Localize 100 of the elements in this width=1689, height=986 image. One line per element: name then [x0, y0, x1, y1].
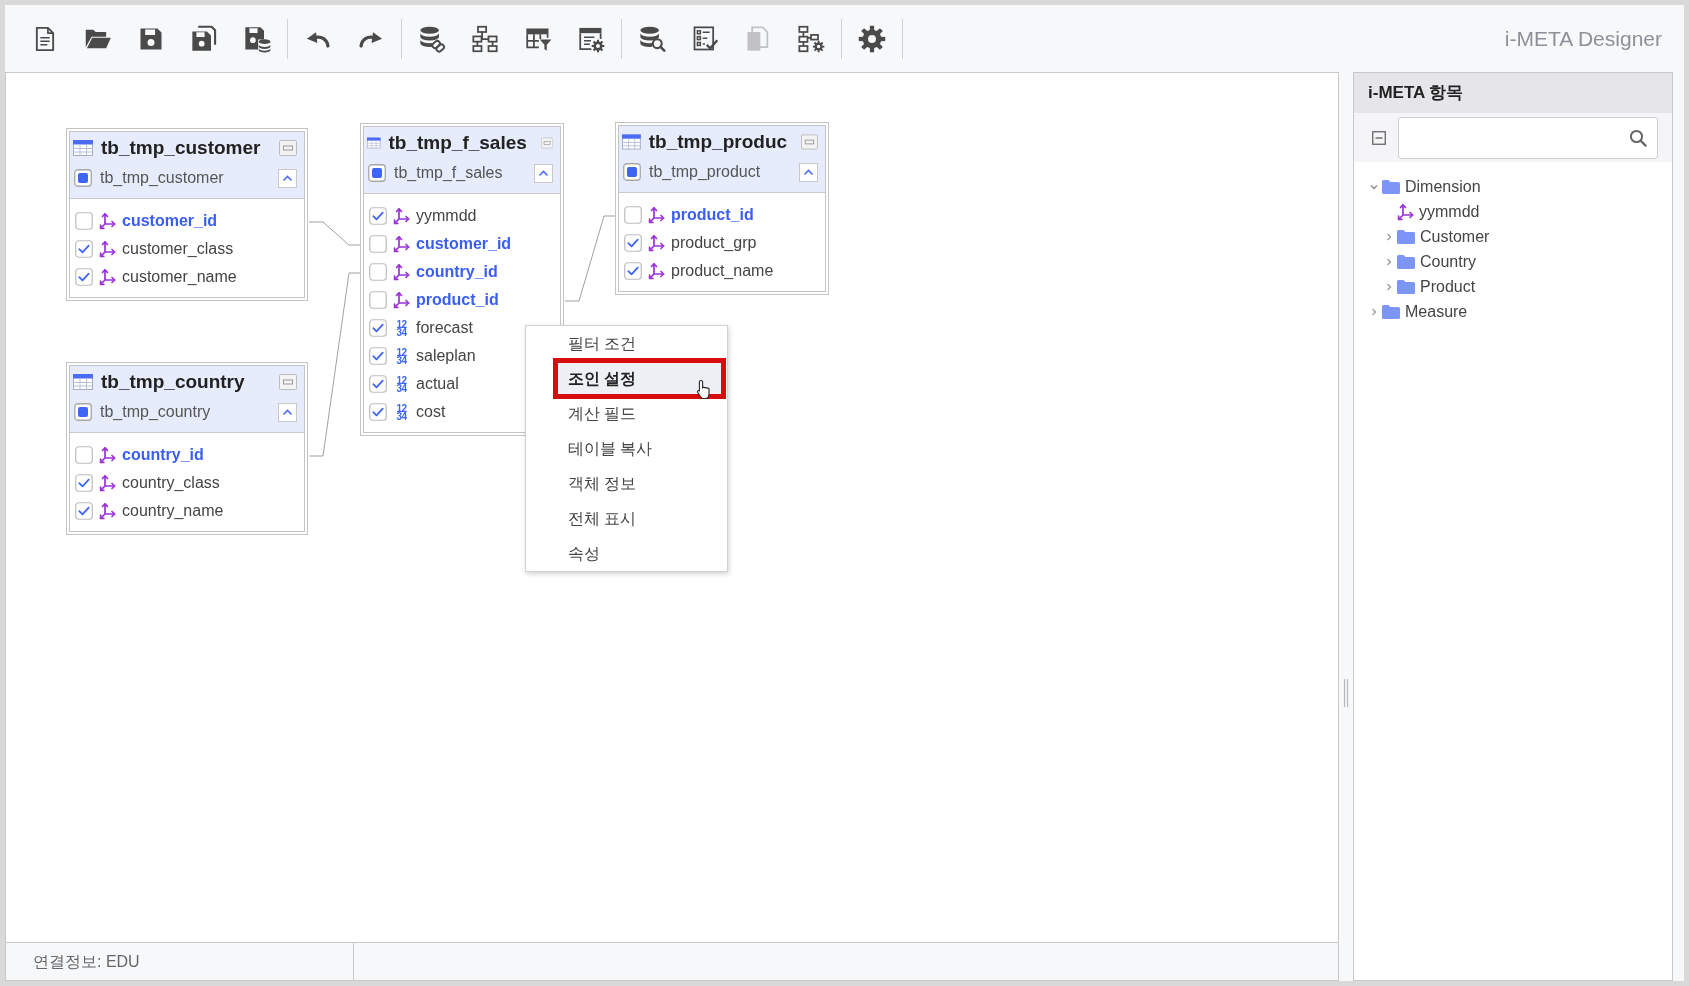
table-name: tb_tmp_product	[649, 162, 762, 182]
column-name: country_class	[122, 473, 220, 493]
checkbox[interactable]	[624, 234, 642, 252]
column-name: country_name	[122, 501, 224, 521]
column-name: country_id	[416, 262, 498, 282]
tree-item[interactable]: Product	[1420, 274, 1476, 299]
hierarchy-gear-icon[interactable]	[797, 24, 825, 53]
checkbox[interactable]	[624, 262, 642, 280]
minimize-icon[interactable]	[279, 140, 297, 156]
table-card[interactable]: tb_tmp_customer tb_tmp_customer customer_id customer_class customer_name	[66, 128, 308, 301]
checkbox[interactable]	[369, 375, 387, 393]
axis-arrows-icon	[648, 206, 665, 224]
table-title: tb_tmp_country	[101, 369, 246, 394]
folder-icon	[1397, 279, 1415, 294]
folder-icon	[1382, 179, 1400, 194]
search-icon[interactable]	[1629, 128, 1647, 147]
checkbox[interactable]	[75, 502, 93, 520]
hierarchy-icon[interactable]	[471, 24, 499, 53]
database-search-icon[interactable]	[638, 24, 666, 53]
table-icon	[622, 134, 641, 150]
axis-arrows-icon	[1397, 202, 1414, 221]
gear-icon[interactable]	[858, 24, 886, 53]
database-link-icon[interactable]	[418, 24, 446, 53]
checkbox[interactable]	[369, 291, 387, 309]
panel-title: i-META 항목	[1368, 82, 1464, 105]
tree-item[interactable]: Measure	[1405, 299, 1468, 324]
axis-arrows-icon	[99, 474, 116, 492]
checklist-icon[interactable]	[691, 24, 719, 53]
folder-icon	[1397, 229, 1415, 244]
table-title: tb_tmp_f_sales	[388, 130, 527, 155]
axis-arrows-icon	[648, 234, 665, 252]
column-name: product_name	[671, 261, 774, 281]
search-field[interactable]	[1398, 116, 1658, 159]
table-name: tb_tmp_customer	[100, 168, 225, 188]
axis-arrows-icon	[99, 240, 116, 258]
axis-arrows-icon	[393, 207, 410, 225]
checkbox[interactable]	[75, 240, 93, 258]
menu-item[interactable]: 조인 설정	[553, 358, 726, 399]
table-card[interactable]: tb_tmp_country tb_tmp_country country_id country_class country_name	[66, 362, 308, 535]
checkbox[interactable]	[75, 474, 93, 492]
column-name: forecast	[416, 318, 473, 338]
table-checkbox[interactable]	[623, 163, 641, 181]
checkbox[interactable]	[624, 206, 642, 224]
column-name: customer_name	[122, 267, 237, 287]
folder-icon	[1382, 304, 1400, 319]
axis-arrows-icon	[393, 291, 410, 309]
number-type-icon: 12 34	[393, 375, 410, 393]
minus-square-icon[interactable]	[1372, 130, 1386, 145]
tree-item[interactable]: Customer	[1420, 224, 1490, 249]
chevron-up-icon[interactable]	[534, 163, 553, 183]
table-checkbox[interactable]	[74, 169, 92, 187]
column-name: customer_id	[416, 234, 512, 254]
menu-item[interactable]: 속성	[526, 536, 727, 571]
axis-arrows-icon	[393, 235, 410, 253]
floppy-database-icon[interactable]	[243, 24, 271, 53]
connector-line	[308, 221, 362, 246]
menu-item[interactable]: 객체 정보	[526, 466, 727, 501]
table-name: tb_tmp_country	[100, 402, 212, 422]
column-name: yymmdd	[416, 206, 477, 226]
checkbox[interactable]	[75, 268, 93, 286]
folder-icon	[1397, 254, 1415, 269]
minimize-icon[interactable]	[279, 374, 297, 390]
table-checkbox[interactable]	[74, 403, 92, 421]
tree-item[interactable]: Dimension	[1405, 174, 1481, 199]
table-icon	[73, 374, 93, 390]
chevron-up-icon[interactable]	[278, 168, 297, 188]
floppy-disks-icon[interactable]	[190, 24, 218, 53]
axis-arrows-icon	[99, 502, 116, 520]
splitter-handle[interactable]	[1343, 679, 1349, 707]
column-name: country_id	[122, 445, 204, 465]
column-name: cost	[416, 402, 446, 422]
menu-item[interactable]: 전체 표시	[526, 501, 727, 536]
axis-arrows-icon	[99, 268, 116, 286]
tree-item[interactable]: yymmdd	[1419, 199, 1480, 224]
table-checkbox[interactable]	[368, 164, 386, 182]
checkbox[interactable]	[369, 263, 387, 281]
hand-cursor-icon	[695, 379, 711, 400]
checkbox[interactable]	[369, 403, 387, 421]
checkbox[interactable]	[369, 319, 387, 337]
table-title: tb_tmp_customer	[101, 135, 262, 160]
axis-arrows-icon	[393, 263, 410, 281]
chevron-up-icon[interactable]	[799, 162, 818, 182]
connection-status: 연결정보: EDU	[33, 951, 140, 972]
tree-item[interactable]: Country	[1420, 249, 1477, 274]
checkbox[interactable]	[75, 212, 93, 230]
table-card[interactable]: tb_tmp_produc tb_tmp_product product_id product_grp product_name	[615, 122, 829, 295]
axis-arrows-icon	[99, 212, 116, 230]
checkbox[interactable]	[75, 446, 93, 464]
column-name: product_id	[671, 205, 754, 225]
chevron-up-icon[interactable]	[278, 402, 297, 422]
column-name: product_id	[416, 290, 499, 310]
checkbox[interactable]	[369, 207, 387, 225]
column-name: customer_id	[122, 211, 218, 231]
column-name: customer_class	[122, 239, 234, 259]
checkbox[interactable]	[369, 347, 387, 365]
table-name: tb_tmp_f_sales	[394, 163, 504, 183]
table-title: tb_tmp_produc	[648, 129, 788, 154]
column-name: saleplan	[416, 346, 476, 366]
number-type-icon: 12 34	[393, 403, 410, 421]
checkbox[interactable]	[369, 235, 387, 253]
